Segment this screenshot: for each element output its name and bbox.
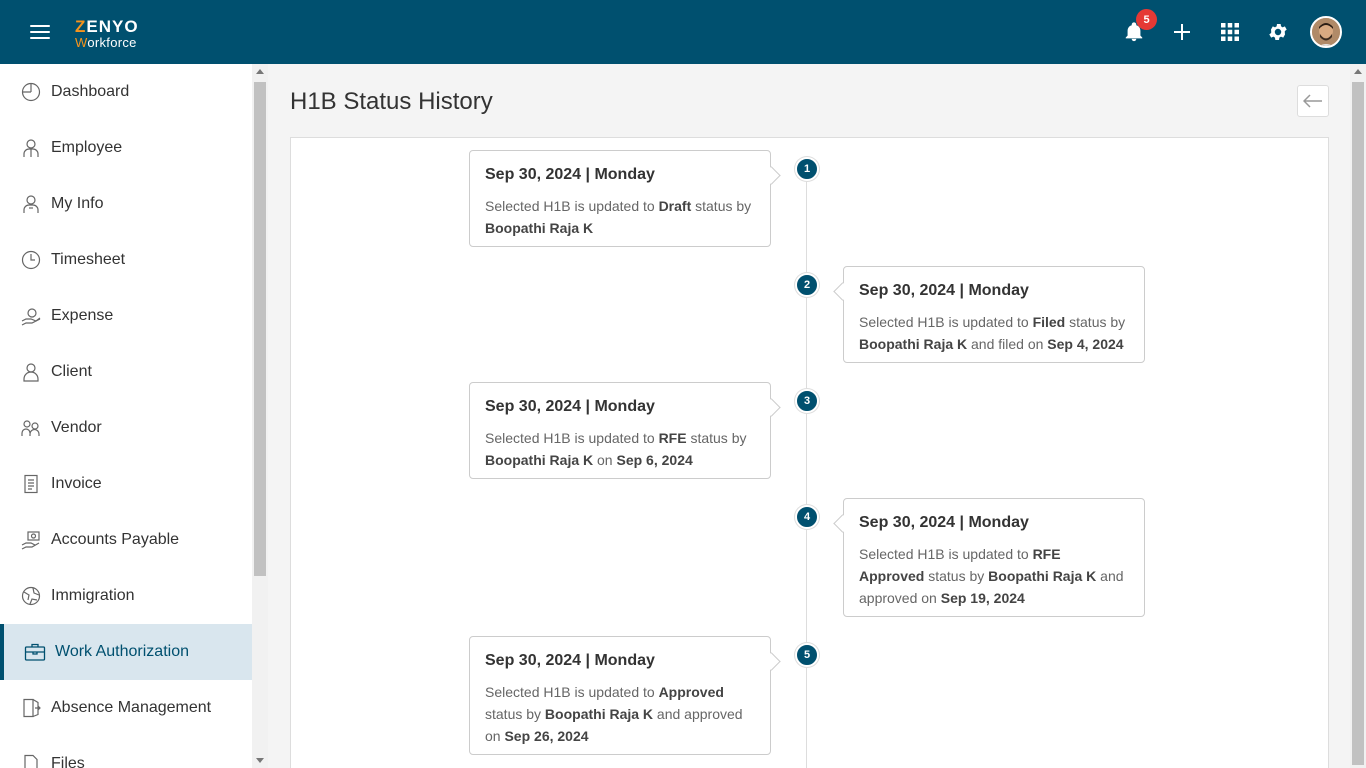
- files-icon: [20, 753, 42, 768]
- absence-icon: [20, 697, 42, 719]
- accounts-payable-icon: [20, 529, 42, 551]
- sidebar-item-expense[interactable]: Expense: [0, 288, 252, 344]
- scroll-down-arrow[interactable]: [256, 758, 264, 763]
- sidebar-item-label: Employee: [51, 139, 123, 156]
- timeline-card-emphasis: Filed: [1032, 314, 1066, 330]
- timeline-card-emphasis: Boopathi Raja K: [485, 220, 594, 236]
- menu-icon[interactable]: [30, 25, 50, 41]
- apps-grid-icon[interactable]: [1216, 18, 1244, 46]
- sidebar-item-label: My Info: [51, 195, 104, 212]
- timeline-card: Sep 30, 2024 | Monday Selected H1B is up…: [843, 498, 1145, 617]
- sidebar-item-timesheet[interactable]: Timesheet: [0, 232, 252, 288]
- timeline-step-1: 1: [795, 157, 819, 181]
- timeline-card-date: Sep 30, 2024 | Monday: [485, 652, 655, 669]
- timeline-step-4: 4: [795, 505, 819, 529]
- timeline-card: Sep 30, 2024 | Monday Selected H1B is up…: [843, 266, 1145, 363]
- employee-icon: [20, 137, 42, 159]
- gear-icon[interactable]: [1264, 18, 1292, 46]
- sidebar-item-client[interactable]: Client: [0, 344, 252, 400]
- sidebar-item-label: Invoice: [51, 475, 102, 492]
- arrow-left-icon: [1303, 94, 1322, 108]
- avatar[interactable]: [1310, 16, 1342, 48]
- sidebar-item-label: Expense: [51, 307, 114, 324]
- timeline-card-emphasis: Boopathi Raja K: [544, 706, 654, 722]
- timeline-card-date: Sep 30, 2024 | Monday: [485, 166, 655, 183]
- timeline-step-2: 2: [795, 273, 819, 297]
- sidebar-item-dashboard[interactable]: Dashboard: [0, 64, 252, 120]
- sidebar-item-absence-management[interactable]: Absence Management: [0, 680, 252, 736]
- logo-top-rest: ENYO: [86, 17, 139, 36]
- sidebar-item-label: Accounts Payable: [51, 531, 180, 548]
- timeline-line: [806, 170, 807, 768]
- timeline-card-text: Selected H1B is updated to Draft status …: [485, 198, 752, 236]
- sidebar-item-label: Immigration: [51, 587, 135, 604]
- sidebar-item-files[interactable]: Files: [0, 736, 252, 768]
- sidebar-item-work-authorization[interactable]: Work Authorization: [0, 624, 252, 680]
- clock-icon: [20, 249, 42, 271]
- timeline-card-emphasis: Sep 19, 2024: [940, 590, 1025, 606]
- sidebar-item-label: Files: [51, 755, 85, 768]
- sidebar-item-label: Vendor: [51, 419, 102, 436]
- plus-icon[interactable]: [1168, 18, 1196, 46]
- timeline-card: Sep 30, 2024 | Monday Selected H1B is up…: [469, 636, 771, 755]
- sidebar-item-invoice[interactable]: Invoice: [0, 456, 252, 512]
- timeline-card-emphasis: RFE: [658, 430, 687, 446]
- back-button[interactable]: [1297, 85, 1329, 117]
- logo-top: ZENYO: [75, 17, 139, 36]
- timeline-card-text: Selected H1B is updated to Approved stat…: [485, 684, 743, 744]
- timeline-step-3: 3: [795, 389, 819, 413]
- sidebar-item-label: Timesheet: [51, 251, 126, 268]
- logo-bottom: Workforce: [75, 35, 137, 50]
- timeline-card-text: Selected H1B is updated to RFE status by…: [485, 430, 747, 468]
- timeline-card-text: Selected H1B is updated to RFE Approved …: [859, 546, 1124, 606]
- notification-badge[interactable]: 5: [1136, 9, 1157, 30]
- sidebar: Dashboard Employee My Info Timesheet Exp…: [0, 64, 252, 768]
- timeline-panel: [290, 137, 1329, 768]
- timeline-card-emphasis: Sep 4, 2024: [1047, 336, 1124, 352]
- timeline-card: Sep 30, 2024 | Monday Selected H1B is up…: [469, 150, 771, 247]
- scrollbar-thumb[interactable]: [1352, 82, 1364, 765]
- sidebar-item-immigration[interactable]: Immigration: [0, 568, 252, 624]
- timeline-card-emphasis: Boopathi Raja K: [988, 568, 1097, 584]
- timeline-card-emphasis: Sep 6, 2024: [616, 452, 693, 468]
- timeline-card-emphasis: Draft: [658, 198, 692, 214]
- timeline-card-date: Sep 30, 2024 | Monday: [859, 282, 1029, 299]
- sidebar-item-vendor[interactable]: Vendor: [0, 400, 252, 456]
- client-icon: [20, 361, 42, 383]
- logo[interactable]: ZENYO Workforce: [75, 18, 139, 49]
- timeline-card-emphasis: Approved: [658, 684, 724, 700]
- timeline-card: Sep 30, 2024 | Monday Selected H1B is up…: [469, 382, 771, 479]
- sidebar-item-my-info[interactable]: My Info: [0, 176, 252, 232]
- invoice-icon: [20, 473, 42, 495]
- sidebar-scrollbar[interactable]: [252, 64, 268, 768]
- expense-icon: [20, 305, 42, 327]
- timeline-step-5: 5: [795, 643, 819, 667]
- vendor-icon: [20, 417, 42, 439]
- sidebar-item-accounts-payable[interactable]: Accounts Payable: [0, 512, 252, 568]
- page-title: H1B Status History: [290, 88, 493, 115]
- timeline-card-date: Sep 30, 2024 | Monday: [859, 514, 1029, 531]
- scroll-up-arrow[interactable]: [1354, 69, 1362, 74]
- timeline-card-emphasis: Boopathi Raja K: [485, 452, 594, 468]
- sidebar-item-label: Dashboard: [51, 83, 130, 100]
- sidebar-item-label: Client: [51, 363, 92, 380]
- timeline-card-date: Sep 30, 2024 | Monday: [485, 398, 655, 415]
- timeline-card-emphasis: Sep 26, 2024: [504, 728, 589, 744]
- scroll-up-arrow[interactable]: [256, 69, 264, 74]
- timeline-card-text: Selected H1B is updated to Filed status …: [859, 314, 1126, 352]
- dashboard-icon: [20, 81, 42, 103]
- sidebar-item-label: Absence Management: [51, 699, 212, 716]
- scrollbar-thumb[interactable]: [254, 82, 266, 576]
- top-bar: ZENYO Workforce: [0, 0, 1366, 64]
- sidebar-item-employee[interactable]: Employee: [0, 120, 252, 176]
- timeline-card-emphasis: Boopathi Raja K: [859, 336, 968, 352]
- briefcase-icon: [24, 641, 46, 663]
- sidebar-item-label: Work Authorization: [55, 643, 189, 660]
- main-scrollbar[interactable]: [1350, 64, 1366, 768]
- my-info-icon: [20, 193, 42, 215]
- immigration-icon: [20, 585, 42, 607]
